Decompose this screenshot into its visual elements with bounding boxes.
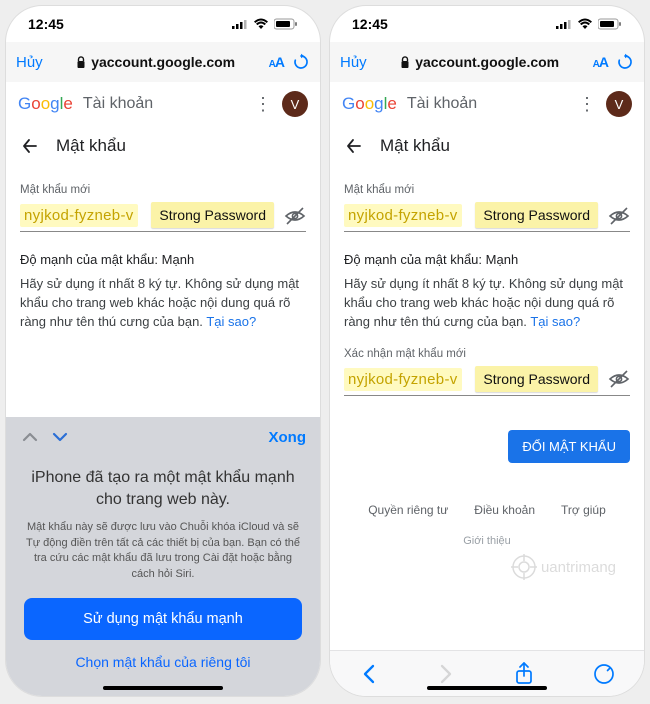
google-logo: Google — [342, 94, 397, 114]
why-link[interactable]: Tại sao? — [530, 314, 580, 329]
back-arrow-icon[interactable] — [20, 136, 40, 156]
reload-button[interactable] — [292, 53, 310, 71]
home-indicator[interactable] — [427, 686, 547, 690]
text-size-button[interactable]: AA — [593, 54, 608, 70]
overflow-menu-icon[interactable]: ⋮ — [578, 94, 596, 115]
page-content: Mật khẩu mới nyjkod-fyzneb-v Strong Pass… — [6, 166, 320, 342]
phone-right: 12:45 Hủy yaccount.google.com AA Google … — [330, 6, 644, 696]
suggestion-title: iPhone đã tạo ra một mật khẩu mạnh cho t… — [24, 467, 302, 510]
strong-password-badge: Strong Password — [151, 202, 274, 228]
page-content: Mật khẩu mới nyjkod-fyzneb-v Strong Pass… — [330, 166, 644, 557]
choose-own-password-link[interactable]: Chọn mật khẩu của riêng tôi — [24, 654, 302, 670]
password-strength: Độ mạnh của mật khẩu: Mạnh — [20, 252, 306, 267]
footer-links: Quyền riêng tư Điều khoản Trợ giúp — [344, 503, 630, 517]
app-title: Tài khoản — [407, 95, 477, 113]
change-password-button[interactable]: ĐỔI MẬT KHẨU — [508, 430, 630, 463]
address-display[interactable]: yaccount.google.com — [375, 54, 585, 70]
strong-password-badge: Strong Password — [475, 366, 598, 392]
strong-password-badge: Strong Password — [475, 202, 598, 228]
watermark: uantrimang — [511, 554, 616, 580]
status-indicators — [556, 18, 622, 30]
text-size-button[interactable]: AA — [269, 54, 284, 70]
lock-icon — [76, 56, 86, 69]
confirm-password-field[interactable]: nyjkod-fyzneb-v Strong Password — [344, 364, 630, 396]
reload-button[interactable] — [616, 53, 634, 71]
show-password-icon[interactable] — [608, 368, 630, 390]
wifi-icon — [253, 18, 269, 30]
suggestion-description: Mật khẩu này sẽ được lưu vào Chuỗi khóa … — [24, 520, 302, 582]
terms-link[interactable]: Điều khoản — [474, 503, 535, 517]
back-arrow-icon[interactable] — [344, 136, 364, 156]
app-title: Tài khoản — [83, 95, 153, 113]
page-header: Mật khẩu — [330, 126, 644, 166]
cancel-button[interactable]: Hủy — [340, 54, 367, 71]
new-password-field[interactable]: nyjkod-fyzneb-v Strong Password — [344, 200, 630, 232]
why-link[interactable]: Tại sao? — [206, 314, 256, 329]
privacy-link[interactable]: Quyền riêng tư — [368, 503, 448, 517]
safari-share-button[interactable] — [514, 662, 534, 686]
done-button[interactable]: Xong — [269, 429, 307, 446]
show-password-icon[interactable] — [608, 205, 630, 227]
google-app-bar: Google Tài khoản ⋮ V — [6, 82, 320, 126]
avatar[interactable]: V — [606, 91, 632, 117]
safari-back-button[interactable] — [360, 662, 378, 686]
password-value: nyjkod-fyzneb-v — [344, 204, 462, 227]
safari-forward-button — [437, 662, 455, 686]
home-indicator[interactable] — [103, 686, 223, 690]
chevron-down-icon[interactable] — [50, 427, 70, 447]
confirm-password-label: Xác nhận mật khẩu mới — [344, 348, 630, 360]
status-indicators — [232, 18, 298, 30]
new-password-label: Mật khẩu mới — [344, 184, 630, 196]
signal-icon — [232, 19, 248, 30]
google-app-bar: Google Tài khoản ⋮ V — [330, 82, 644, 126]
password-value: nyjkod-fyzneb-v — [344, 368, 462, 391]
password-suggestion-panel: Xong iPhone đã tạo ra một mật khẩu mạnh … — [6, 417, 320, 696]
footer-intro[interactable]: Giới thiệu — [344, 535, 630, 547]
page-header: Mật khẩu — [6, 126, 320, 166]
status-bar: 12:45 — [6, 6, 320, 42]
url-text: yaccount.google.com — [91, 54, 235, 70]
password-hint: Hãy sử dụng ít nhất 8 ký tự. Không sử dụ… — [344, 275, 630, 332]
url-text: yaccount.google.com — [415, 54, 559, 70]
battery-icon — [274, 18, 298, 30]
address-display[interactable]: yaccount.google.com — [51, 54, 261, 70]
wifi-icon — [577, 18, 593, 30]
password-value: nyjkod-fyzneb-v — [20, 204, 138, 227]
address-bar: Hủy yaccount.google.com AA — [6, 42, 320, 82]
help-link[interactable]: Trợ giúp — [561, 503, 606, 517]
page-title: Mật khẩu — [56, 136, 126, 156]
new-password-label: Mật khẩu mới — [20, 184, 306, 196]
use-strong-password-button[interactable]: Sử dụng mật khẩu mạnh — [24, 598, 302, 640]
avatar[interactable]: V — [282, 91, 308, 117]
lock-icon — [400, 56, 410, 69]
page-title: Mật khẩu — [380, 136, 450, 156]
chevron-up-icon[interactable] — [20, 427, 40, 447]
password-hint: Hãy sử dụng ít nhất 8 ký tự. Không sử dụ… — [20, 275, 306, 332]
new-password-field[interactable]: nyjkod-fyzneb-v Strong Password — [20, 200, 306, 232]
signal-icon — [556, 19, 572, 30]
password-strength: Độ mạnh của mật khẩu: Mạnh — [344, 252, 630, 267]
battery-icon — [598, 18, 622, 30]
phone-left: 12:45 Hủy yaccount.google.com AA Google … — [6, 6, 320, 696]
show-password-icon[interactable] — [284, 205, 306, 227]
address-bar: Hủy yaccount.google.com AA — [330, 42, 644, 82]
overflow-menu-icon[interactable]: ⋮ — [254, 94, 272, 115]
cancel-button[interactable]: Hủy — [16, 54, 43, 71]
status-bar: 12:45 — [330, 6, 644, 42]
safari-tabs-button[interactable] — [593, 663, 615, 685]
google-logo: Google — [18, 94, 73, 114]
status-time: 12:45 — [352, 16, 388, 32]
status-time: 12:45 — [28, 16, 64, 32]
